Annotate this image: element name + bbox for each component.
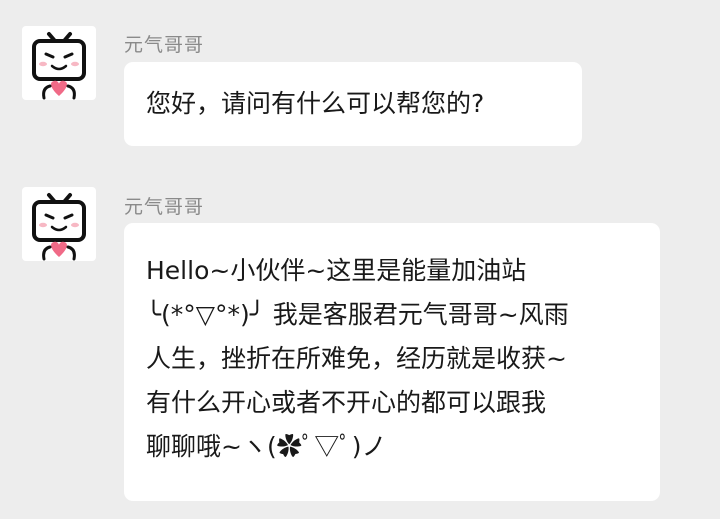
message-text: 有什么开心或者不开心的都可以跟我 [146,388,547,417]
message-text: ╰(*°▽°*)╯ 我是客服君元气哥哥~风雨 [146,300,569,329]
tv-mascot-icon [32,193,86,261]
message-text: 您好，请问有什么可以帮您的? [146,89,485,118]
avatar[interactable] [22,187,96,261]
message-bubble[interactable]: 您好，请问有什么可以帮您的? [124,62,582,146]
tv-mascot-icon [32,32,86,100]
message-text: Hello~小伙伴~这里是能量加油站 [146,256,527,285]
chat-thread: 元气哥哥 您好，请问有什么可以帮您的? 元气哥哥 Hello~小伙伴~这里是能量… [0,0,720,519]
avatar[interactable] [22,26,96,100]
message-text: 聊聊哦~ヽ(✿ﾟ▽ﾟ)ノ [146,432,387,461]
sender-name: 元气哥哥 [124,34,205,56]
sender-name: 元气哥哥 [124,196,205,218]
message-text: 人生，挫折在所难免，经历就是收获~ [146,344,567,373]
message-bubble[interactable]: Hello~小伙伴~这里是能量加油站 ╰(*°▽°*)╯ 我是客服君元气哥哥~风… [124,223,660,501]
